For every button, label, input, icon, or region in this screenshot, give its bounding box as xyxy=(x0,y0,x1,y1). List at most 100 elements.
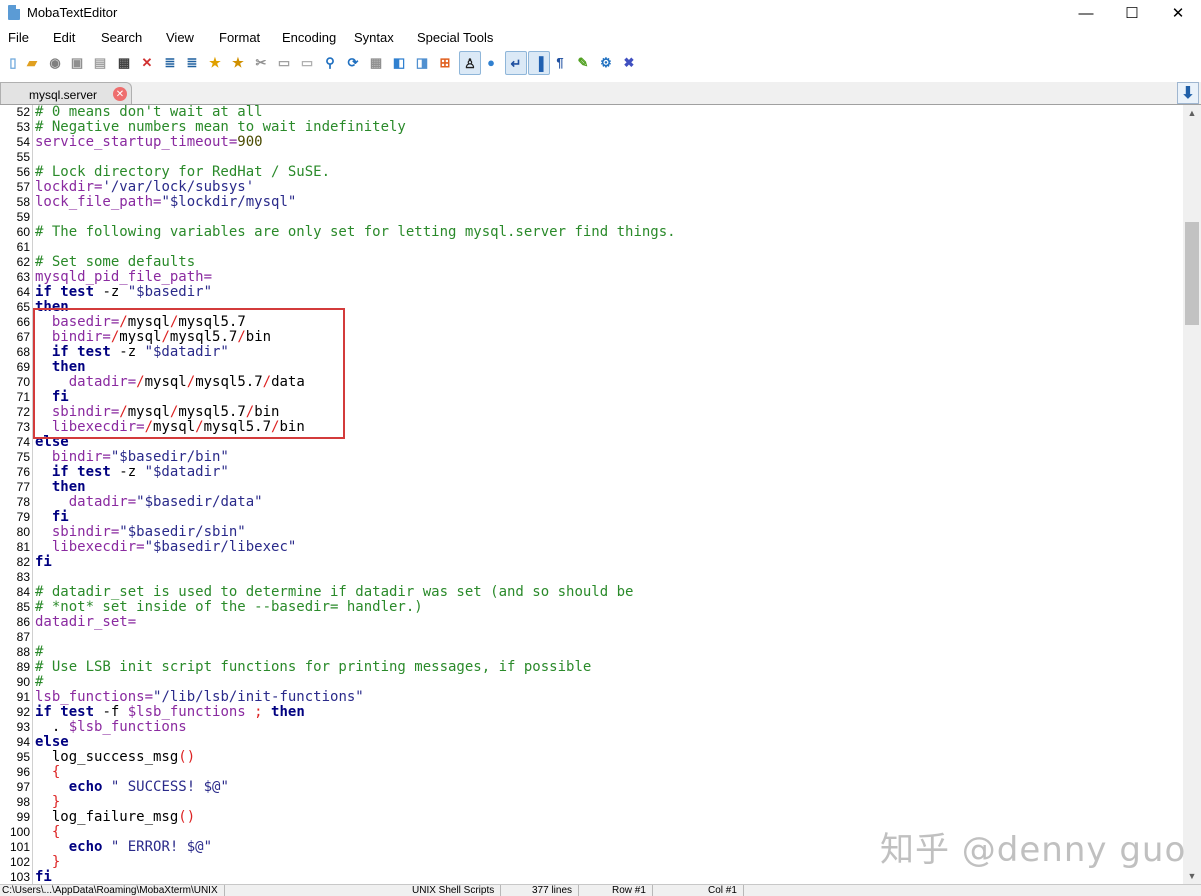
exit-icon[interactable]: ✖ xyxy=(620,53,638,71)
code-line[interactable]: 85 # *not* set inside of the --basedir= h… xyxy=(0,600,1183,615)
code-line[interactable]: 76 if test -z "$datadir" xyxy=(0,465,1183,480)
code-line[interactable]: 58 lock_file_path="$lockdir/mysql" xyxy=(0,195,1183,210)
windows-icon[interactable]: ⊞ xyxy=(436,53,454,71)
code-line[interactable]: 96 { xyxy=(0,765,1183,780)
menu-search[interactable]: Search xyxy=(101,30,142,45)
cut-icon[interactable]: ✂ xyxy=(252,53,270,71)
code-line[interactable]: 98 } xyxy=(0,795,1183,810)
menu-file[interactable]: File xyxy=(8,30,29,45)
word-wrap-icon[interactable]: ↵ xyxy=(505,51,527,75)
replace-icon[interactable]: ⟳ xyxy=(344,53,362,71)
save-all-icon[interactable]: ▤ xyxy=(91,53,109,71)
code-line[interactable]: 89 # Use LSB init script functions for pr… xyxy=(0,660,1183,675)
code-line[interactable]: 64 if test -z "$basedir" xyxy=(0,285,1183,300)
line-number: 61 xyxy=(16,240,30,254)
code-text: bindir="$basedir/bin" xyxy=(35,450,229,465)
search-icon[interactable]: ⚲ xyxy=(321,53,339,71)
code-text: if test -z "$datadir" xyxy=(35,465,229,480)
code-line[interactable]: 83 xyxy=(0,570,1183,585)
split-view-icon[interactable]: ◧ xyxy=(390,53,408,71)
code-line[interactable]: 59 xyxy=(0,210,1183,225)
menu-view[interactable]: View xyxy=(166,30,194,45)
code-line[interactable]: 62 # Set some defaults xyxy=(0,255,1183,270)
code-line[interactable]: 80 sbindir="$basedir/sbin" xyxy=(0,525,1183,540)
close-window-button[interactable]: ✕ xyxy=(1155,0,1201,26)
scroll-thumb[interactable] xyxy=(1185,222,1199,325)
maximize-button[interactable]: ☐ xyxy=(1109,0,1155,26)
code-token: '/var/lock/subsys' xyxy=(102,179,255,195)
code-line[interactable]: 61 xyxy=(0,240,1183,255)
tile-view-icon[interactable]: ◨ xyxy=(413,53,431,71)
menu-syntax[interactable]: Syntax xyxy=(354,30,394,45)
tab-close-icon[interactable]: ✕ xyxy=(113,87,127,101)
highlight-icon[interactable]: ✎ xyxy=(574,53,592,71)
close-file-icon[interactable]: ✕ xyxy=(138,53,156,71)
code-line[interactable]: 54 service_startup_timeout=900 xyxy=(0,135,1183,150)
code-token: { xyxy=(35,764,61,780)
menu-edit[interactable]: Edit xyxy=(53,30,75,45)
settings-icon[interactable]: ⚙ xyxy=(597,53,615,71)
indent-icon[interactable]: ≣ xyxy=(183,53,201,71)
open-folder-icon[interactable]: ▰ xyxy=(23,53,41,71)
code-line[interactable]: 79 fi xyxy=(0,510,1183,525)
menu-encoding[interactable]: Encoding xyxy=(282,30,336,45)
code-line[interactable]: 94 else xyxy=(0,735,1183,750)
code-line[interactable]: 52 # 0 means don't wait at all xyxy=(0,105,1183,120)
bookmark-next-icon[interactable]: ★ xyxy=(229,53,247,71)
code-line[interactable]: 92 if test -f $lsb_functions ; then xyxy=(0,705,1183,720)
reload-icon[interactable]: ◉ xyxy=(46,53,64,71)
code-token: datadir_set= xyxy=(35,614,137,630)
code-text: } xyxy=(35,795,60,810)
status-row: Row #1 xyxy=(612,885,653,896)
code-line[interactable]: 91 lsb_functions="/lib/lsb/init-functions… xyxy=(0,690,1183,705)
outdent-icon[interactable]: ≣ xyxy=(161,53,179,71)
code-line[interactable]: 86 datadir_set= xyxy=(0,615,1183,630)
tab-list-down-arrow-icon[interactable]: ⬇ xyxy=(1177,82,1199,104)
menu-special-tools[interactable]: Special Tools xyxy=(417,30,493,45)
code-line[interactable]: 78 datadir="$basedir/data" xyxy=(0,495,1183,510)
code-line[interactable]: 77 then xyxy=(0,480,1183,495)
code-line[interactable]: 75 bindir="$basedir/bin" xyxy=(0,450,1183,465)
scroll-up-icon[interactable]: ▲ xyxy=(1183,105,1201,121)
linux-icon[interactable]: ♙ xyxy=(459,51,481,75)
tab-mysql-server[interactable]: mysql.server ✕ xyxy=(0,82,132,104)
code-token: # Negative numbers mean to wait indefini… xyxy=(35,119,406,135)
code-token: then xyxy=(35,479,86,495)
code-line[interactable]: 53 # Negative numbers mean to wait indefi… xyxy=(0,120,1183,135)
new-file-icon[interactable]: ▯ xyxy=(4,53,22,71)
line-numbers-icon[interactable]: ▐ xyxy=(528,51,550,75)
code-line[interactable]: 57 lockdir='/var/lock/subsys' xyxy=(0,180,1183,195)
code-line[interactable]: 88 # xyxy=(0,645,1183,660)
vertical-scrollbar[interactable]: ▲ ▼ xyxy=(1183,105,1201,884)
mac-icon[interactable]: ● xyxy=(482,53,500,71)
line-number: 70 xyxy=(16,375,30,389)
code-editor[interactable]: 52 # 0 means don't wait at all 53 # Negativ… xyxy=(0,105,1183,884)
code-line[interactable]: 103 fi xyxy=(0,870,1183,885)
code-line[interactable]: 81 libexecdir="$basedir/libexec" xyxy=(0,540,1183,555)
compare-icon[interactable]: ▦ xyxy=(367,53,385,71)
paragraph-icon[interactable]: ¶ xyxy=(551,53,569,71)
code-line[interactable]: 90 # xyxy=(0,675,1183,690)
code-line[interactable]: 82 fi xyxy=(0,555,1183,570)
code-line[interactable]: 84 # datadir_set is used to determine if … xyxy=(0,585,1183,600)
code-line[interactable]: 93 . $lsb_functions xyxy=(0,720,1183,735)
code-line[interactable]: 87 xyxy=(0,630,1183,645)
bookmark-add-icon[interactable]: ★ xyxy=(206,53,224,71)
code-line[interactable]: 60 # The following variables are only set… xyxy=(0,225,1183,240)
code-line[interactable]: 55 xyxy=(0,150,1183,165)
code-line[interactable]: 95 log_success_msg() xyxy=(0,750,1183,765)
line-number: 73 xyxy=(16,420,30,434)
code-line[interactable]: 63 mysqld_pid_file_path= xyxy=(0,270,1183,285)
code-text: then xyxy=(35,480,86,495)
minimize-button[interactable]: — xyxy=(1063,0,1109,26)
code-line[interactable]: 56 # Lock directory for RedHat / SuSE. xyxy=(0,165,1183,180)
code-line[interactable]: 97 echo " SUCCESS! $@" xyxy=(0,780,1183,795)
print-icon[interactable]: ▦ xyxy=(115,53,133,71)
menu-format[interactable]: Format xyxy=(219,30,260,45)
paste-icon[interactable]: ▭ xyxy=(298,53,316,71)
save-icon[interactable]: ▣ xyxy=(68,53,86,71)
copy-icon[interactable]: ▭ xyxy=(275,53,293,71)
status-file-path: C:\Users\...\AppData\Roaming\MobaXterm\U… xyxy=(2,885,225,896)
line-number: 93 xyxy=(16,720,30,734)
line-number: 91 xyxy=(16,690,30,704)
